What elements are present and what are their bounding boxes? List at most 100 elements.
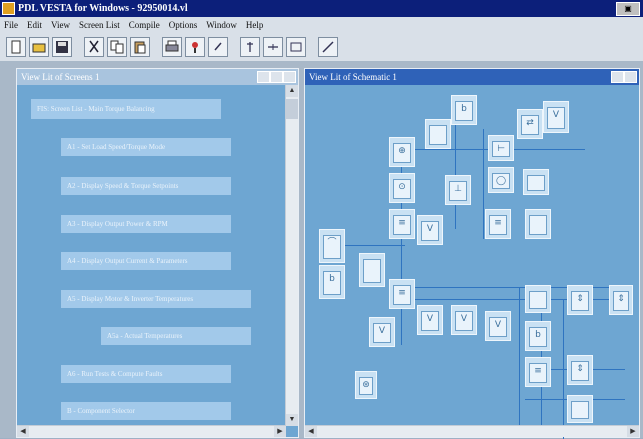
component-icon: [247, 41, 253, 52]
schematic-block[interactable]: [567, 395, 593, 423]
list-item[interactable]: A5a - Actual Temperatures: [101, 327, 251, 345]
maximize-button[interactable]: [624, 71, 637, 83]
schematic-block[interactable]: V: [485, 311, 511, 341]
schematic-block[interactable]: [425, 119, 451, 149]
schematic-block[interactable]: V: [543, 101, 569, 133]
schematic-block[interactable]: [525, 285, 551, 313]
vertical-scrollbar[interactable]: ▲ ▼: [285, 85, 298, 426]
schematic-block[interactable]: b: [319, 265, 345, 299]
tool-icon: [322, 40, 334, 53]
list-item[interactable]: A4 - Display Output Current & Parameters: [61, 252, 231, 270]
menu-file[interactable]: File: [4, 20, 18, 30]
toolbar: [0, 32, 643, 62]
properties-button[interactable]: [185, 36, 205, 57]
schematic-block[interactable]: ⊙: [389, 173, 415, 203]
schematic-block[interactable]: ≡: [525, 357, 551, 387]
help-icon: [214, 42, 222, 50]
list-item[interactable]: A3 - Display Output Power & RPM: [61, 215, 231, 233]
schematic-block[interactable]: ◯: [488, 167, 514, 193]
schematic-block[interactable]: [523, 169, 549, 195]
screens-list-window: View Lit of Screens 1 FIS: Screen List -…: [16, 68, 299, 438]
schematic-block[interactable]: ⇕: [609, 285, 633, 315]
paste-button[interactable]: [130, 36, 150, 57]
menu-view[interactable]: View: [51, 20, 70, 30]
help-button[interactable]: [208, 36, 228, 57]
scroll-left-icon[interactable]: ◀: [305, 426, 317, 437]
cut-icon: [89, 40, 99, 52]
list-item[interactable]: FIS: Screen List - Main Torque Balancing: [31, 99, 221, 119]
scroll-up-icon[interactable]: ▲: [286, 85, 298, 97]
new-file-button[interactable]: [6, 36, 26, 57]
open-file-button[interactable]: [29, 36, 49, 57]
horizontal-scrollbar[interactable]: ◀ ▶: [17, 425, 286, 437]
wire: [483, 129, 484, 239]
menu-edit[interactable]: Edit: [27, 20, 42, 30]
save-button[interactable]: [52, 36, 72, 57]
schematic-block[interactable]: ⇕: [567, 355, 593, 385]
schematic-block[interactable]: ⊕: [389, 137, 415, 167]
list-item[interactable]: A2 - Display Speed & Torque Setpoints: [61, 177, 231, 195]
paste-icon: [134, 41, 146, 53]
schematic-block[interactable]: ≡: [485, 209, 511, 239]
component-button[interactable]: [240, 36, 260, 57]
list-item[interactable]: A1 - Set Load Speed/Torque Mode: [61, 138, 231, 156]
app-title: PDL VESTA for Windows - 92950014.vl: [18, 3, 188, 14]
schematic-block[interactable]: ⊥: [445, 175, 471, 205]
schematic-block[interactable]: V: [369, 317, 395, 347]
mdi-workspace: View Lit of Screens 1 FIS: Screen List -…: [0, 62, 643, 439]
maximize-button[interactable]: [270, 71, 283, 83]
open-file-icon: [32, 43, 46, 52]
cut-button[interactable]: [84, 36, 104, 57]
close-button[interactable]: [283, 71, 296, 83]
schematic-block[interactable]: V: [417, 215, 443, 245]
schematic-block[interactable]: ⊛: [355, 371, 377, 399]
schematic-block[interactable]: ⇕: [567, 285, 593, 315]
schematic-block[interactable]: ⌒: [319, 229, 345, 263]
horizontal-scrollbar[interactable]: ◀ ▶: [305, 425, 639, 437]
app-title-bar: PDL VESTA for Windows - 92950014.vl ▣: [0, 0, 643, 17]
menu-options[interactable]: Options: [169, 20, 198, 30]
schematic-block[interactable]: ⊢: [488, 135, 514, 161]
menu-compile[interactable]: Compile: [129, 20, 160, 30]
scroll-right-icon[interactable]: ▶: [274, 426, 286, 437]
schematic-title: View Lit of Schematic 1: [309, 72, 397, 82]
menu-screen-list[interactable]: Screen List: [79, 20, 120, 30]
print-button[interactable]: [162, 36, 182, 57]
wire: [519, 287, 520, 437]
restore-button[interactable]: ▣: [616, 2, 640, 16]
copy-button[interactable]: [107, 36, 127, 57]
wire-icon: [268, 43, 278, 50]
scroll-right-icon[interactable]: ▶: [627, 426, 639, 437]
list-item[interactable]: B - Component Selector: [61, 402, 231, 420]
list-item[interactable]: A5 - Display Motor & Inverter Temperatur…: [61, 290, 251, 308]
menu-help[interactable]: Help: [246, 20, 264, 30]
block-icon: [290, 42, 302, 51]
scroll-thumb[interactable]: [286, 99, 298, 119]
menu-bar: File Edit View Screen List Compile Optio…: [0, 17, 643, 32]
block-button[interactable]: [286, 36, 306, 57]
list-item[interactable]: A6 - Run Tests & Compute Faults: [61, 365, 231, 383]
schematic-block[interactable]: ≡: [389, 279, 415, 309]
copy-icon: [110, 40, 124, 53]
scroll-left-icon[interactable]: ◀: [17, 426, 29, 437]
schematic-block[interactable]: b: [525, 321, 551, 351]
menu-window[interactable]: Window: [206, 20, 237, 30]
wire: [455, 119, 456, 229]
screens-list-titlebar: View Lit of Screens 1: [17, 69, 298, 85]
new-file-icon: [11, 40, 21, 53]
tool-button[interactable]: [318, 36, 338, 57]
minimize-button[interactable]: [257, 71, 270, 83]
schematic-block[interactable]: [525, 209, 551, 239]
scroll-down-icon[interactable]: ▼: [286, 414, 298, 426]
schematic-block[interactable]: [359, 253, 385, 287]
schematic-block[interactable]: ⇄: [517, 109, 543, 139]
properties-icon: [192, 41, 198, 53]
minimize-button[interactable]: [611, 71, 624, 83]
schematic-block[interactable]: V: [451, 305, 477, 335]
schematic-block[interactable]: V: [417, 305, 443, 335]
schematic-block[interactable]: b: [451, 95, 477, 125]
wire-button[interactable]: [263, 36, 283, 57]
schematic-block[interactable]: ≡: [389, 209, 415, 239]
save-icon: [56, 40, 68, 53]
screens-list-title: View Lit of Screens 1: [21, 72, 100, 82]
